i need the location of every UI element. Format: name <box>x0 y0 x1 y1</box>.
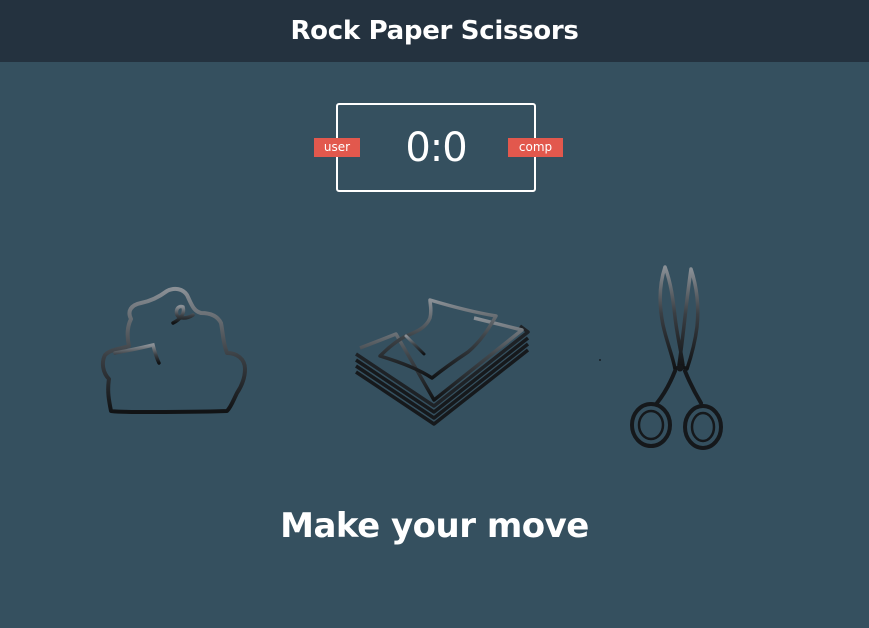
game-app: Rock Paper Scissors 0:0 user comp Make y… <box>0 0 869 628</box>
scissors-icon <box>630 265 723 450</box>
paper-choice-button[interactable] <box>350 296 535 426</box>
page-title: Rock Paper Scissors <box>290 16 579 46</box>
scoreboard: 0:0 user comp <box>314 103 563 192</box>
app-header: Rock Paper Scissors <box>0 0 869 62</box>
rock-choice-button[interactable] <box>97 283 252 418</box>
comp-badge: comp <box>508 138 563 157</box>
status-message: Make your move <box>280 506 589 546</box>
user-badge: user <box>314 138 360 157</box>
paper-icon <box>355 298 530 426</box>
score-display: 0:0 <box>405 124 467 171</box>
rock-icon <box>100 286 247 414</box>
scissors-choice-button[interactable] <box>625 265 725 450</box>
stray-dot <box>599 359 601 361</box>
